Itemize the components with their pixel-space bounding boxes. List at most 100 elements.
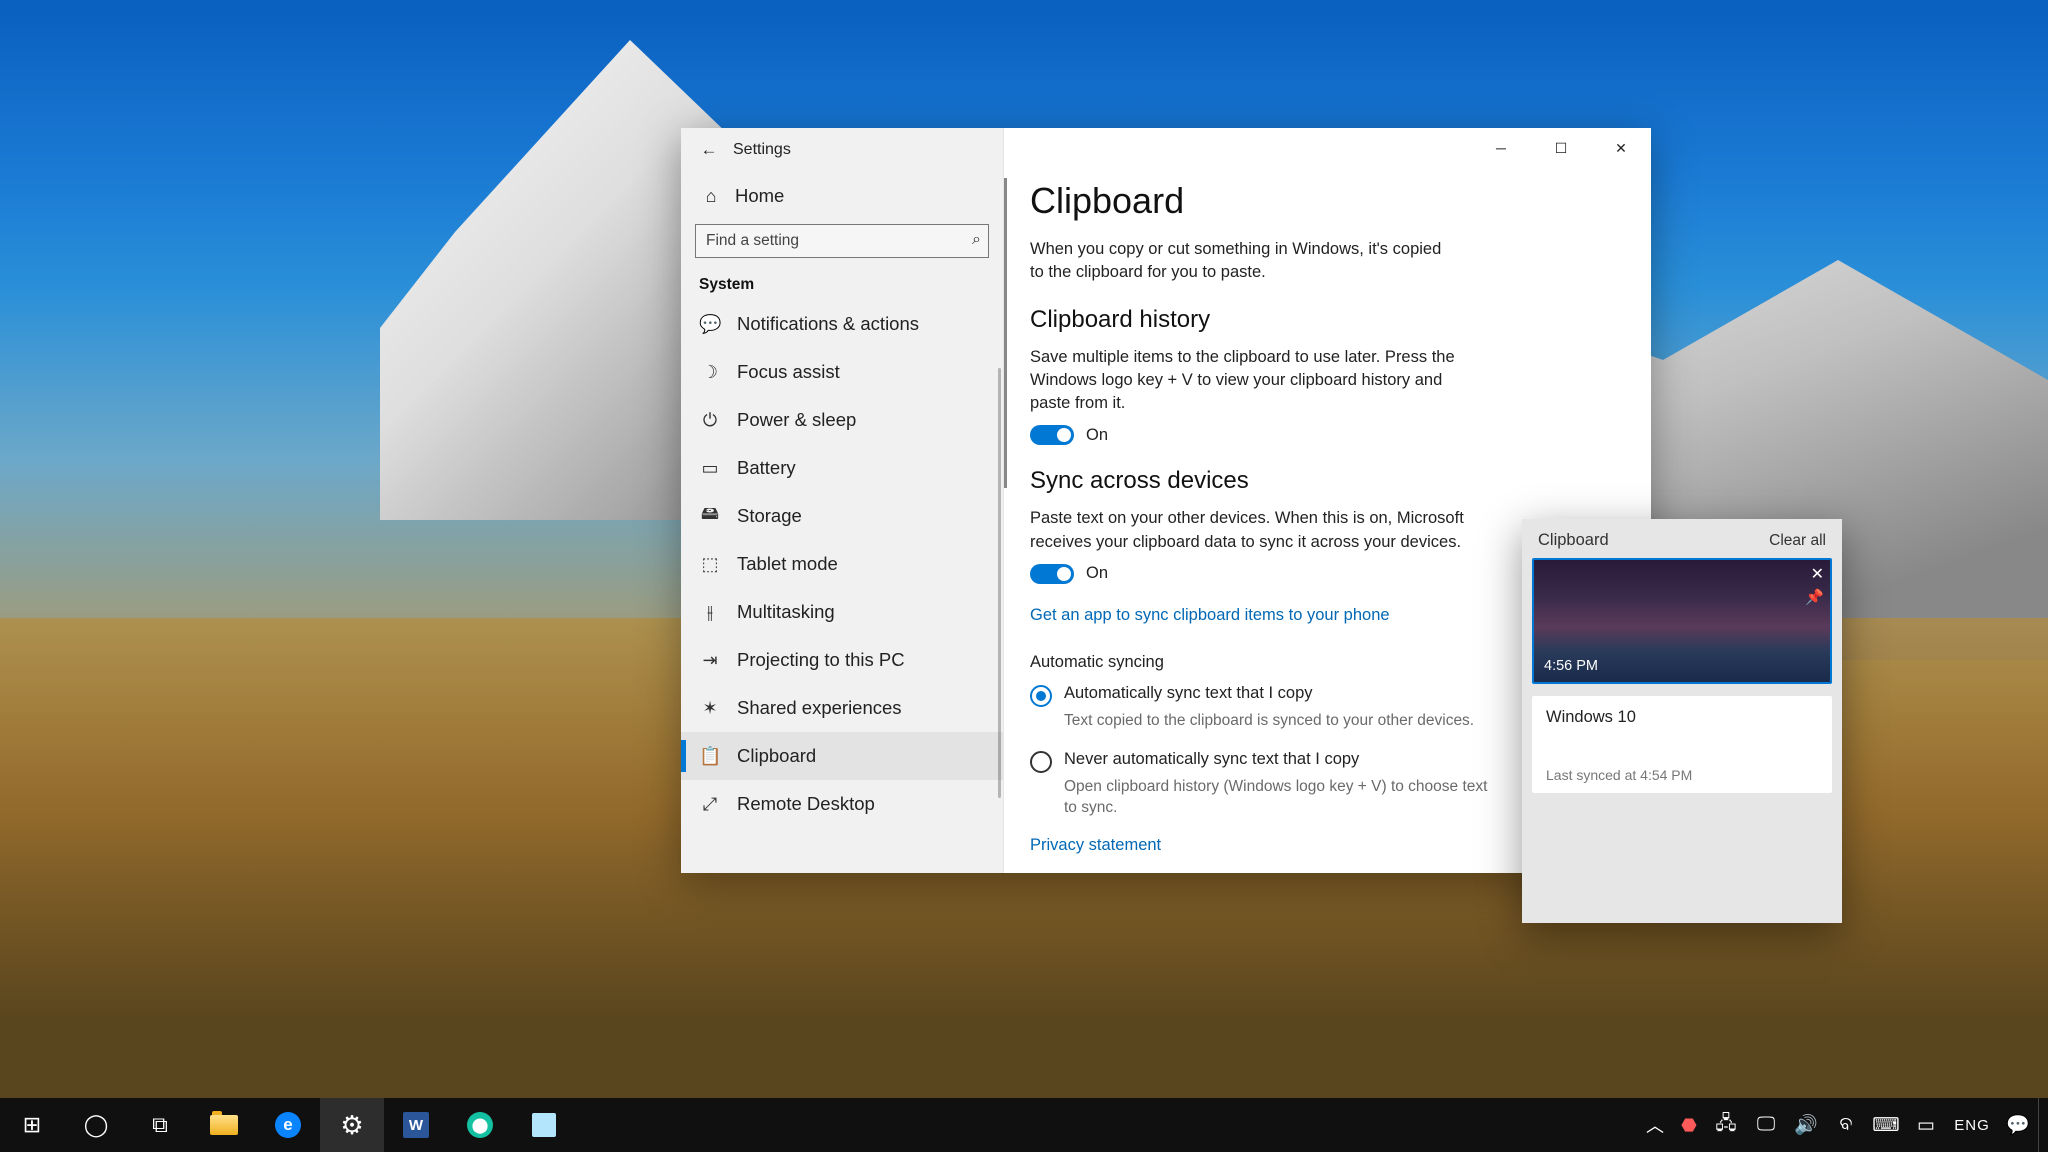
privacy-link[interactable]: Privacy statement — [1030, 836, 1161, 855]
taskbar-word[interactable]: W — [384, 1098, 448, 1152]
notepad-icon — [532, 1113, 556, 1137]
tray-monitor-icon[interactable]: 🖵 — [1746, 1098, 1786, 1152]
sidebar-item-battery[interactable]: ▭ Battery — [681, 444, 1003, 492]
search-input[interactable] — [695, 224, 989, 258]
nav-home[interactable]: ⌂ Home — [681, 172, 1003, 220]
flyout-clear-all[interactable]: Clear all — [1769, 532, 1826, 550]
sync-toggle-label: On — [1086, 564, 1108, 583]
radio-auto-sync-label: Automatically sync text that I copy — [1064, 684, 1313, 703]
taskbar: ⊞ ◯ ⧉ e ⚙ W ⬤ ︿ ⬣ 🖧 🖵 🔊 ବ ⌨ ▭ ENG 💬 — [0, 1098, 2048, 1152]
notifications-actions-icon: 💬 — [699, 314, 721, 335]
focus-assist-icon: ☽ — [699, 362, 721, 383]
battery-icon: ▭ — [699, 458, 721, 479]
page-lead: When you copy or cut something in Window… — [1030, 238, 1450, 284]
sidebar-item-notifications-actions[interactable]: 💬 Notifications & actions — [681, 300, 1003, 348]
back-button[interactable]: ← — [689, 128, 729, 172]
clipboard-item-delete-icon[interactable]: ✕ — [1811, 564, 1824, 584]
home-icon: ⌂ — [701, 186, 721, 207]
tray-input-icon[interactable]: ବ — [1826, 1098, 1866, 1152]
tablet-mode-icon: ⬚ — [699, 554, 721, 575]
nav-home-label: Home — [735, 185, 784, 207]
tray-volume-icon[interactable]: 🔊 — [1786, 1098, 1826, 1152]
radio-auto-sync[interactable] — [1030, 685, 1052, 707]
storage-icon: 🖴 — [699, 501, 721, 531]
sidebar-item-power-sleep[interactable]: ⏻ Power & sleep — [681, 396, 1003, 444]
settings-window: ← Settings ⌂ Home ⌕ System 💬 Notification… — [681, 128, 1651, 873]
sidebar-item-shared-experiences[interactable]: ✶ Shared experiences — [681, 684, 1003, 732]
section-sync-desc: Paste text on your other devices. When t… — [1030, 507, 1470, 553]
settings-sidebar: ← Settings ⌂ Home ⌕ System 💬 Notification… — [681, 128, 1004, 873]
cortana-button[interactable]: ◯ — [64, 1098, 128, 1152]
taskbar-edge[interactable]: e — [256, 1098, 320, 1152]
nav-list: 💬 Notifications & actions ☽ Focus assist ⏻ Po… — [681, 300, 1003, 828]
sidebar-item-label: Projecting to this PC — [737, 649, 905, 671]
show-desktop-button[interactable] — [2038, 1098, 2048, 1152]
sidebar-item-label: Focus assist — [737, 361, 840, 383]
clipboard-item-image[interactable]: ✕ 📌 4:56 PM — [1532, 558, 1832, 684]
sidebar-item-clipboard[interactable]: 📋 Clipboard — [681, 732, 1003, 780]
sidebar-item-remote-desktop[interactable]: ⤢ Remote Desktop — [681, 780, 1003, 828]
clipboard-text-value: Windows 10 — [1546, 708, 1818, 727]
tray-action-center-icon[interactable]: 💬 — [1998, 1098, 2038, 1152]
remote-desktop-icon: ⤢ — [699, 794, 721, 815]
sidebar-item-label: Power & sleep — [737, 409, 856, 431]
sidebar-item-label: Multitasking — [737, 601, 835, 623]
sidebar-item-label: Tablet mode — [737, 553, 838, 575]
radio-never-sync-label: Never automatically sync text that I cop… — [1064, 750, 1359, 769]
multitasking-icon: ⫲ — [699, 602, 721, 623]
sidebar-item-tablet-mode[interactable]: ⬚ Tablet mode — [681, 540, 1003, 588]
clipboard-item-pin-icon[interactable]: 📌 — [1805, 588, 1824, 606]
sidebar-scrollbar[interactable] — [998, 368, 1001, 798]
section-history-header: Clipboard history — [1030, 306, 1621, 334]
nav-group-header: System — [681, 266, 1003, 300]
tray-language[interactable]: ENG — [1946, 1117, 1998, 1134]
start-button[interactable]: ⊞ — [0, 1098, 64, 1152]
photos-icon: ⬤ — [467, 1112, 493, 1138]
word-icon: W — [403, 1112, 429, 1138]
sidebar-item-storage[interactable]: 🖴 Storage — [681, 492, 1003, 540]
radio-never-sync-desc: Open clipboard history (Windows logo key… — [1064, 777, 1494, 819]
sidebar-item-label: Shared experiences — [737, 697, 902, 719]
folder-icon — [210, 1115, 238, 1135]
power-sleep-icon: ⏻ — [699, 410, 721, 431]
content-scrollbar[interactable] — [1004, 178, 1007, 488]
clipboard-image-preview: ✕ 📌 4:56 PM — [1532, 558, 1832, 684]
tray-keyboard-icon[interactable]: ⌨ — [1866, 1098, 1906, 1152]
sidebar-item-label: Remote Desktop — [737, 793, 875, 815]
tray-network-icon[interactable]: 🖧 — [1706, 1098, 1746, 1152]
shared-experiences-icon: ✶ — [699, 698, 721, 719]
sync-phone-link[interactable]: Get an app to sync clipboard items to yo… — [1030, 606, 1390, 625]
sidebar-item-label: Storage — [737, 505, 802, 527]
sidebar-item-projecting-to-this-pc[interactable]: ⇥Projecting to this PC — [681, 636, 1003, 684]
clipboard-item-time: 4:56 PM — [1544, 658, 1598, 674]
taskbar-photos[interactable]: ⬤ — [448, 1098, 512, 1152]
task-view-button[interactable]: ⧉ — [128, 1098, 192, 1152]
sidebar-item-label: Clipboard — [737, 745, 816, 767]
titlebar: ← Settings — [681, 128, 1003, 172]
section-sync-header: Sync across devices — [1030, 467, 1621, 495]
taskbar-file-explorer[interactable] — [192, 1098, 256, 1152]
page-title: Clipboard — [1030, 180, 1621, 222]
radio-never-sync[interactable] — [1030, 751, 1052, 773]
clipboard-item-text[interactable]: Windows 10 Last synced at 4:54 PM — [1532, 696, 1832, 793]
sidebar-item-label: Notifications & actions — [737, 313, 919, 335]
window-title: Settings — [733, 141, 791, 159]
sidebar-item-multitasking[interactable]: ⫲ Multitasking — [681, 588, 1003, 636]
sidebar-item-focus-assist[interactable]: ☽ Focus assist — [681, 348, 1003, 396]
gear-icon: ⚙ — [340, 1110, 363, 1141]
search-wrap: ⌕ — [681, 220, 1003, 266]
tray-security-icon[interactable]: ⬣ — [1672, 1098, 1706, 1152]
clipboard-icon: 📋 — [699, 746, 721, 767]
taskbar-notepad[interactable] — [512, 1098, 576, 1152]
radio-auto-sync-desc: Text copied to the clipboard is synced t… — [1064, 711, 1494, 732]
flyout-title: Clipboard — [1538, 531, 1609, 550]
desktop: ← Settings ⌂ Home ⌕ System 💬 Notification… — [0, 0, 2048, 1152]
history-toggle[interactable] — [1030, 425, 1074, 445]
tray-overflow[interactable]: ︿ — [1638, 1098, 1672, 1152]
sidebar-item-label: Battery — [737, 457, 796, 479]
tray-ime-icon[interactable]: ▭ — [1906, 1098, 1946, 1152]
taskbar-settings[interactable]: ⚙ — [320, 1098, 384, 1152]
history-toggle-label: On — [1086, 426, 1108, 445]
sync-toggle[interactable] — [1030, 564, 1074, 584]
section-history-desc: Save multiple items to the clipboard to … — [1030, 346, 1470, 415]
